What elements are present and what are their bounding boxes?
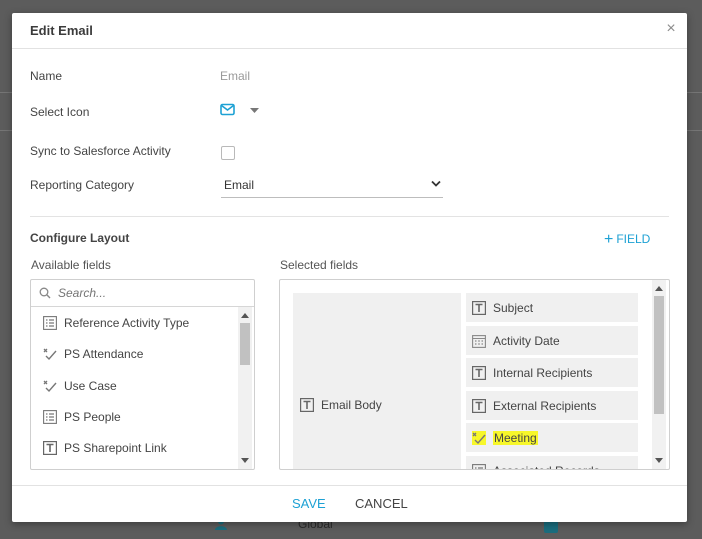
configure-layout-title: Configure Layout [30,231,130,245]
save-button[interactable]: SAVE [292,496,326,511]
add-field-button[interactable]: + FIELD [604,231,650,249]
selected-field-label: Email Body [321,398,382,412]
modal-header: Edit Email × [12,13,687,49]
icon-picker[interactable] [220,103,265,119]
cancel-button[interactable]: CANCEL [355,496,408,511]
reporting-category-value: Email [224,178,255,192]
text-icon [472,301,486,315]
available-field-label: PS Attendance [64,347,144,362]
scroll-down-icon[interactable] [655,458,663,463]
search-icon [39,287,51,299]
plus-icon: + [604,231,614,248]
text-icon [472,398,486,413]
selected-field-item[interactable]: Subject [466,293,638,322]
available-fields-list: Reference Activity Type PS Attendance Use … [31,307,238,463]
selected-field-item[interactable]: Internal Recipients [466,358,638,387]
add-field-label: FIELD [616,232,651,246]
scroll-down-icon[interactable] [241,458,249,463]
sync-salesforce-checkbox[interactable] [221,146,235,160]
close-icon[interactable]: × [663,20,679,38]
text-icon [300,398,314,412]
available-field-label: PS People [64,409,121,424]
available-field-item[interactable]: Use Case [31,370,238,401]
selected-field-item[interactable]: External Recipients [466,390,638,420]
available-fields-search [31,280,254,307]
selected-field-item[interactable]: Activity Date [466,325,638,355]
modal-footer: SAVE CANCEL [12,485,687,523]
caret-down-icon[interactable] [250,108,259,113]
selected-field-label: Meeting [493,431,538,445]
available-field-label: PS Sharepoint Link [64,441,167,456]
available-fields-panel: Reference Activity Type PS Attendance Use … [30,279,255,470]
text-icon [43,441,57,456]
calendar-icon [472,334,486,348]
reporting-category-label: Reporting Category [30,178,135,192]
selected-scrollbar[interactable] [652,280,666,469]
selected-field-item[interactable]: Meeting [466,423,638,452]
available-field-label: Reference Activity Type [64,316,190,330]
scroll-up-icon[interactable] [241,313,249,318]
envelope-icon [220,103,235,116]
available-scrollbar[interactable] [238,307,252,469]
selected-field-label: Internal Recipients [493,366,592,380]
search-input[interactable] [58,284,238,302]
multi-check-icon [43,379,57,393]
section-divider [30,216,669,217]
selected-field-text: Activity Date [493,333,560,348]
selected-fields-panel: Email Body Subject Activity Date Internal … [279,279,670,470]
list-icon [472,463,486,469]
multi-check-icon [472,431,486,445]
modal-title: Edit Email [30,23,93,38]
available-field-label: Use Case [64,378,117,393]
available-field-item[interactable]: Reference Activity Type [31,307,238,338]
sync-salesforce-label: Sync to Salesforce Activity [30,144,171,158]
scroll-thumb[interactable] [654,296,664,414]
multi-check-icon [43,347,57,361]
selected-field-text: Meeting [493,431,538,445]
reporting-category-select[interactable]: Email [221,173,443,198]
selected-field-label: External Recipients [493,399,596,413]
name-value: Email [220,69,251,83]
selected-field-text: Internal Recipients [493,366,593,380]
selected-fields-label: Selected fields [280,258,359,272]
list-icon [43,316,57,330]
available-field-item[interactable]: PS People [31,401,238,432]
select-icon-label: Select Icon [30,105,90,119]
list-icon [43,409,57,424]
selected-field-label: Associated Records [493,464,600,470]
available-field-item[interactable]: PS Attendance [31,338,238,369]
selected-field-label: Activity Date [493,334,560,348]
selected-field-text: External Recipients [493,398,597,413]
scroll-thumb[interactable] [240,323,250,365]
selected-field-label: Subject [493,301,533,315]
selected-fields-list: Subject Activity Date Internal Recipients E… [466,293,638,470]
name-label: Name [30,69,63,83]
scroll-up-icon[interactable] [655,286,663,291]
available-field-item[interactable]: PS Sharepoint Link [31,432,238,463]
selected-field-text: Associated Records [493,464,600,470]
selected-field-item[interactable]: Associated Records [466,455,638,470]
text-icon [472,366,486,380]
chevron-down-icon [431,180,441,187]
selected-field-email-body[interactable]: Email Body [293,293,461,469]
selected-field-text: Subject [493,301,534,315]
available-fields-label: Available fields [31,258,111,272]
edit-email-modal: Edit Email × Name Email Select Icon Sync… [12,13,687,522]
